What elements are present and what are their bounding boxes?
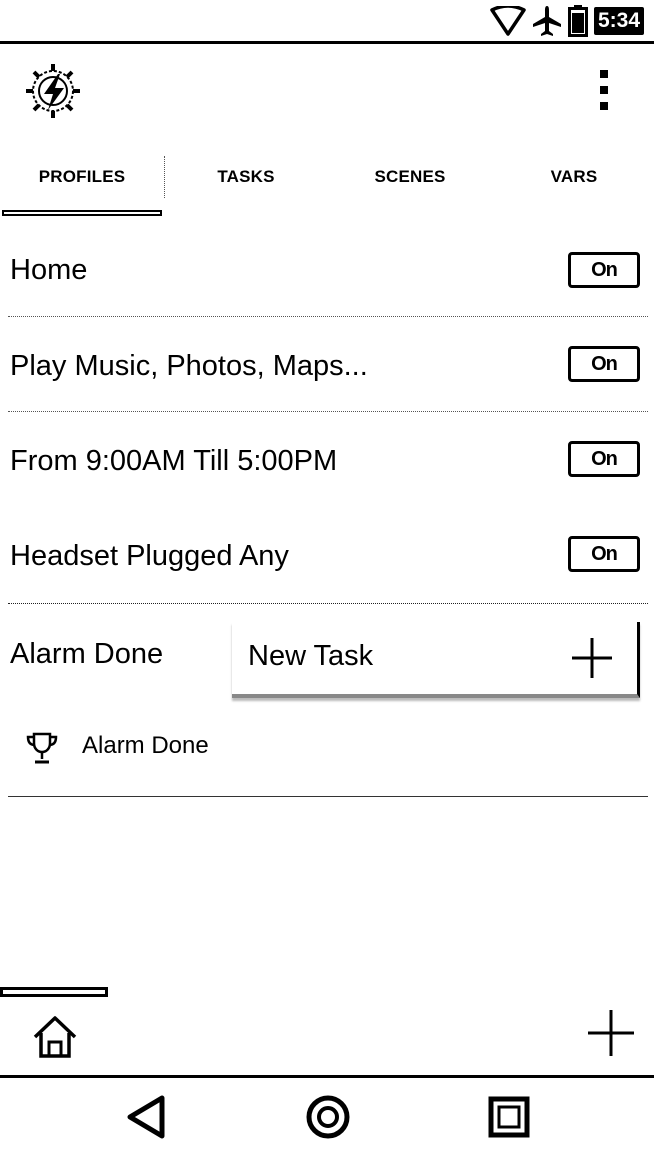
status-icons: 5:34 [490, 5, 644, 37]
trophy-icon [26, 732, 58, 764]
screen: 5:34 PROFILES TASKS SCENES VARS Home On … [0, 0, 654, 1162]
overflow-menu-icon[interactable] [590, 68, 618, 112]
profile-label: Headset Plugged Any [10, 540, 289, 572]
home-circle-icon[interactable] [305, 1094, 351, 1140]
airplane-icon [532, 6, 561, 36]
status-bar: 5:34 [0, 0, 654, 44]
row-divider [8, 796, 648, 797]
system-nav-bar [0, 1078, 654, 1162]
profile-label: Play Music, Photos, Maps... [10, 350, 368, 382]
profile-row-home[interactable]: Home On [0, 222, 654, 317]
profile-row-play-music[interactable]: Play Music, Photos, Maps... On [0, 318, 654, 413]
profile-toggle[interactable]: On [568, 536, 640, 572]
row-divider [8, 603, 648, 604]
new-task-popup[interactable]: New Task [232, 622, 640, 698]
profile-toggle[interactable]: On [568, 252, 640, 288]
toggle-label: On [591, 258, 618, 281]
toggle-label: On [591, 447, 618, 470]
profile-label: Home [10, 254, 88, 286]
bottom-tab-indicator [0, 987, 108, 997]
recents-icon[interactable] [488, 1096, 530, 1138]
tab-tasks-label: TASKS [217, 167, 275, 186]
back-icon[interactable] [124, 1094, 170, 1140]
tab-vars[interactable]: VARS [492, 152, 654, 202]
row-divider [8, 411, 648, 412]
profile-toggle[interactable]: On [568, 346, 640, 382]
task-row-alarm-done[interactable]: Alarm Done [0, 712, 654, 782]
tab-scenes-label: SCENES [374, 167, 446, 186]
tab-tasks[interactable]: TASKS [164, 152, 328, 202]
app-bar [0, 44, 654, 144]
tab-vars-label: VARS [550, 167, 598, 186]
tab-profiles[interactable]: PROFILES [0, 152, 164, 202]
battery-icon [567, 5, 588, 37]
profile-row-time[interactable]: From 9:00AM Till 5:00PM On [0, 413, 654, 508]
profile-row-headset[interactable]: Headset Plugged Any On [0, 508, 654, 603]
tasker-gear-lightning-icon[interactable] [24, 62, 82, 120]
tab-active-indicator [2, 210, 162, 216]
home-icon[interactable] [32, 1015, 78, 1059]
tab-bar: PROFILES TASKS SCENES VARS [0, 152, 654, 222]
row-divider [8, 316, 648, 317]
tab-profiles-label: PROFILES [38, 167, 126, 186]
toggle-label: On [591, 542, 618, 565]
profile-label: From 9:00AM Till 5:00PM [10, 445, 338, 477]
profile-toggle[interactable]: On [568, 441, 640, 477]
tab-scenes[interactable]: SCENES [328, 152, 492, 202]
add-plus-icon[interactable] [586, 1008, 636, 1058]
profile-label: Alarm Done [10, 638, 164, 670]
new-task-label: New Task [248, 640, 374, 672]
status-time: 5:34 [593, 7, 644, 35]
task-label: Alarm Done [82, 732, 209, 759]
toggle-label: On [591, 352, 618, 375]
wifi-icon [490, 6, 526, 36]
plus-icon[interactable] [570, 636, 614, 680]
